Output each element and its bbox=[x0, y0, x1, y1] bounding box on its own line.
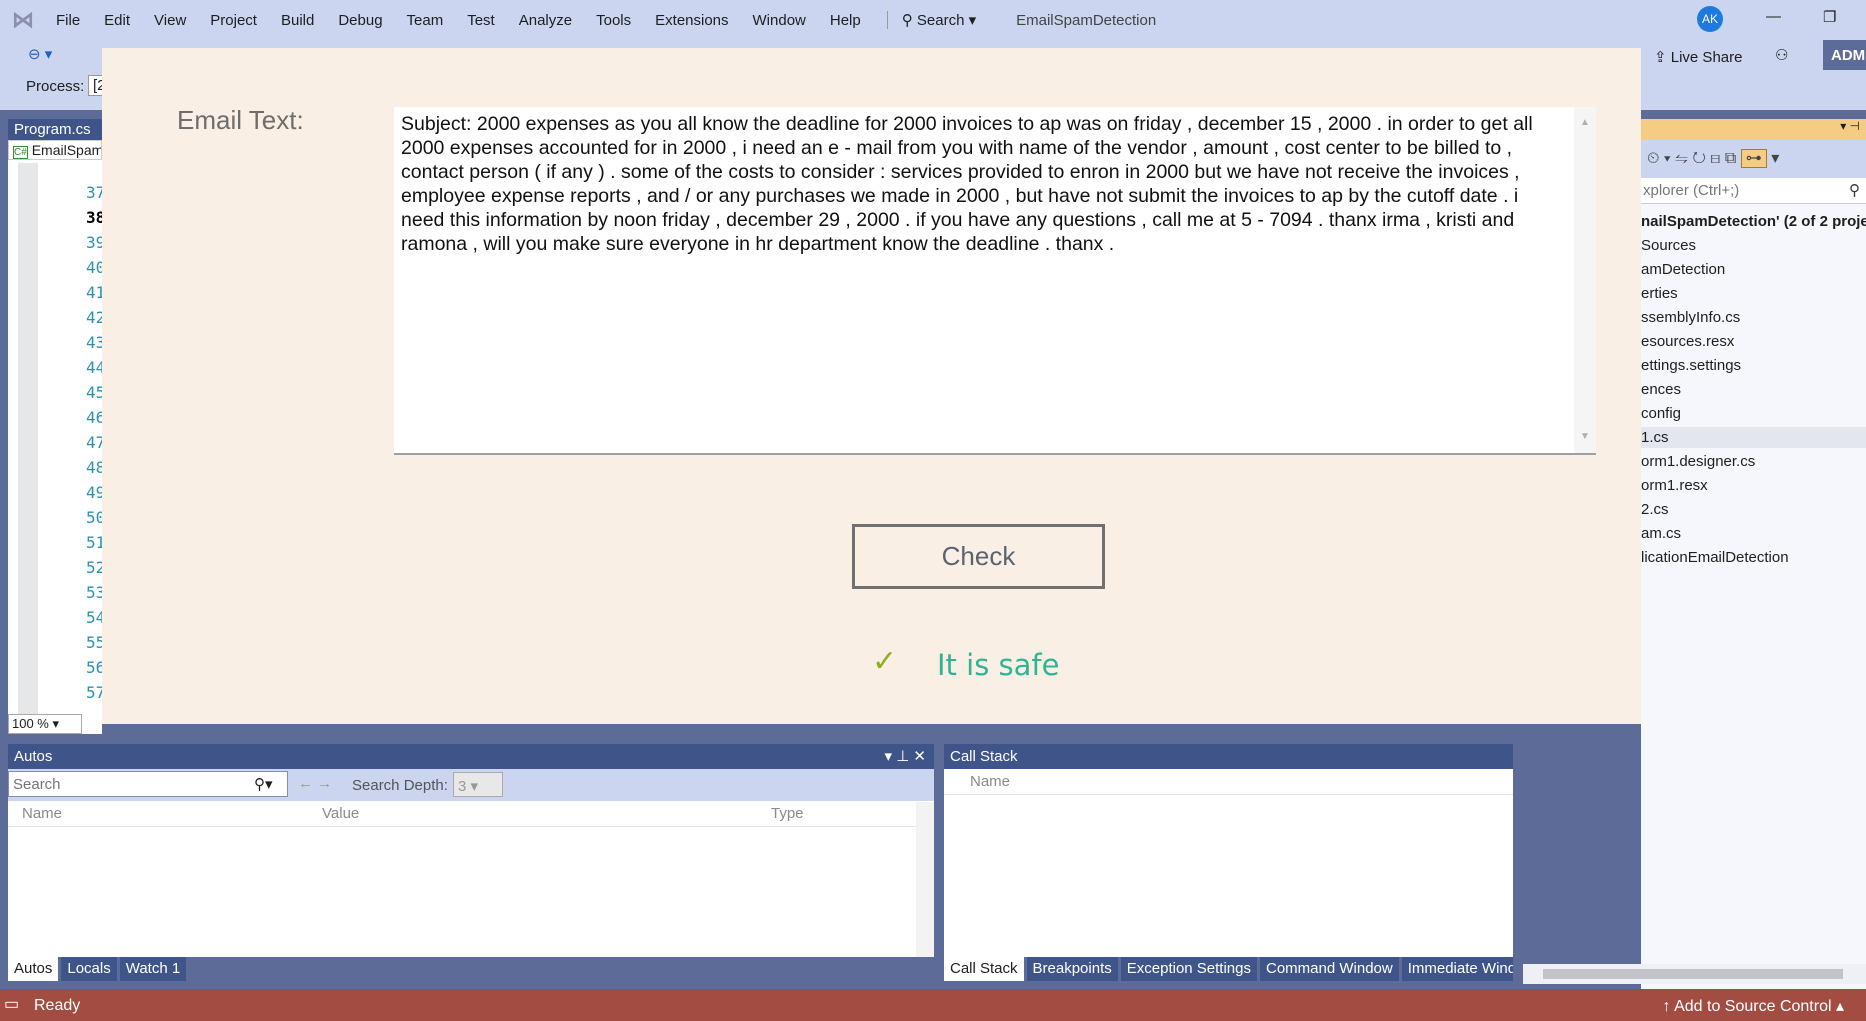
solution-explorer-header: ▾ ⊣ bbox=[1641, 119, 1866, 140]
solution-item[interactable]: config bbox=[1641, 403, 1866, 424]
share-icon: ⇪ bbox=[1654, 49, 1671, 66]
csharp-icon: C# bbox=[13, 146, 28, 159]
solution-item[interactable]: 1.cs bbox=[1641, 427, 1866, 448]
menu-build[interactable]: Build bbox=[281, 12, 314, 29]
add-to-source-control[interactable]: ↑ Add to Source Control ▴ bbox=[1663, 996, 1844, 1016]
search-depth-select[interactable]: 3 ▾ bbox=[453, 772, 503, 797]
process-label: Process: bbox=[26, 78, 85, 95]
column-type[interactable]: Type bbox=[771, 805, 804, 822]
solution-search-input[interactable]: xplorer (Ctrl+;) ⚲ bbox=[1641, 178, 1866, 204]
solution-item[interactable]: licationEmailDetection bbox=[1641, 547, 1866, 568]
solution-explorer: ▾ ⊣ ⏲ ▾ ⇋ ↻ ⊟ ⧉ ⊶ ▾ xplorer (Ctrl+;) ⚲ na… bbox=[1523, 119, 1866, 989]
tab-immediate-window[interactable]: Immediate Windo bbox=[1401, 957, 1513, 981]
vertical-scrollbar[interactable] bbox=[916, 802, 934, 957]
solution-explorer-toolbar: ⏲ ▾ ⇋ ↻ ⊟ ⧉ ⊶ ▾ bbox=[1641, 140, 1866, 178]
vertical-scrollbar[interactable]: ▲ ▼ bbox=[1574, 107, 1596, 453]
call-stack-tabs: Call Stack Breakpoints Exception Setting… bbox=[944, 957, 1513, 981]
search-icon: ⚲ bbox=[1849, 182, 1860, 199]
tab-breakpoints[interactable]: Breakpoints bbox=[1026, 957, 1118, 981]
autos-tabs: Autos Locals Watch 1 bbox=[8, 957, 934, 981]
code-editor[interactable]: Program.cs C# EmailSpam 37 38 39 40 41 42 43 44… bbox=[8, 119, 105, 734]
admin-badge[interactable]: ADM bbox=[1823, 40, 1866, 70]
email-text-label: Email Text: bbox=[177, 105, 304, 135]
tab-watch-1[interactable]: Watch 1 bbox=[119, 957, 187, 981]
solution-item[interactable]: amDetection bbox=[1641, 259, 1866, 280]
check-button[interactable]: Check bbox=[852, 524, 1105, 589]
email-text-content: Subject: 2000 expenses as you all know t… bbox=[401, 113, 1533, 255]
search-depth-label: Search Depth: bbox=[352, 777, 448, 794]
column-name[interactable]: Name bbox=[970, 773, 1010, 790]
avatar[interactable]: AK bbox=[1697, 6, 1723, 32]
tab-locals[interactable]: Locals bbox=[61, 957, 117, 981]
solution-item[interactable]: ences bbox=[1641, 379, 1866, 400]
menu-file[interactable]: File bbox=[56, 12, 80, 29]
checkmark-icon: ✓ bbox=[872, 645, 898, 678]
tab-call-stack[interactable]: Call Stack bbox=[944, 957, 1024, 981]
menu-extensions[interactable]: Extensions bbox=[655, 12, 728, 29]
line-number-gutter bbox=[18, 163, 38, 723]
solution-item[interactable]: orm1.resx bbox=[1641, 475, 1866, 496]
menu-view[interactable]: View bbox=[154, 12, 186, 29]
call-stack-title: Call Stack bbox=[950, 748, 1018, 765]
menu-project[interactable]: Project bbox=[210, 12, 257, 29]
autos-panel: Autos ▾ ⊥ ✕ ⚲▾ ← → Search Depth: 3 ▾ Name… bbox=[8, 744, 934, 981]
tab-command-window[interactable]: Command Window bbox=[1260, 957, 1399, 981]
solution-item[interactable]: am.cs bbox=[1641, 523, 1866, 544]
solution-item[interactable]: erties bbox=[1641, 283, 1866, 304]
solution-item[interactable]: Sources bbox=[1641, 235, 1866, 256]
menu-bar: ⋈ File Edit View Project Build Debug Tea… bbox=[0, 0, 1866, 40]
arrow-up-icon: ↑ bbox=[1662, 998, 1675, 1015]
feedback-icon[interactable]: ⚇ bbox=[1775, 46, 1788, 64]
menu-analyze[interactable]: Analyze bbox=[519, 12, 572, 29]
pin-icon[interactable]: ▾ ⊣ bbox=[1840, 119, 1860, 133]
solution-item[interactable]: esources.resx bbox=[1641, 331, 1866, 352]
menu-team[interactable]: Team bbox=[407, 12, 444, 29]
nav-bar[interactable]: C# EmailSpam bbox=[8, 140, 102, 160]
tab-exception-settings[interactable]: Exception Settings bbox=[1120, 957, 1257, 981]
solution-item[interactable]: ettings.settings bbox=[1641, 355, 1866, 376]
vs-logo-icon: ⋈ bbox=[12, 7, 34, 32]
email-spam-dialog: Email Text: Subject: 2000 expenses as yo… bbox=[102, 48, 1641, 724]
solution-item[interactable]: ssemblyInfo.cs bbox=[1641, 307, 1866, 328]
minimize-button[interactable]: — bbox=[1766, 8, 1781, 25]
status-text: Ready bbox=[34, 997, 81, 1014]
solution-item[interactable]: nailSpamDetection' (2 of 2 proje bbox=[1641, 211, 1866, 232]
call-stack-panel: Call Stack Name Call Stack Breakpoints E… bbox=[944, 744, 1513, 981]
column-name[interactable]: Name bbox=[22, 805, 62, 822]
tab-autos[interactable]: Autos bbox=[8, 957, 59, 981]
zoom-select[interactable]: 100 % ▾ bbox=[8, 714, 82, 734]
menu-test[interactable]: Test bbox=[467, 12, 495, 29]
view-toggle-icon[interactable]: ⊶ bbox=[1740, 149, 1767, 168]
search-button[interactable]: ⚲ Search ▾ bbox=[886, 11, 976, 29]
restore-button[interactable]: ❐ bbox=[1823, 8, 1836, 26]
notification-icon[interactable]: ▭ bbox=[4, 994, 19, 1014]
live-share-button[interactable]: ⇪ Live Share bbox=[1654, 48, 1742, 66]
email-text-input[interactable]: Subject: 2000 expenses as you all know t… bbox=[394, 107, 1596, 455]
menu-window[interactable]: Window bbox=[753, 12, 806, 29]
menu-help[interactable]: Help bbox=[830, 12, 861, 29]
menu-debug[interactable]: Debug bbox=[338, 12, 382, 29]
back-icon[interactable]: ⊖ ▾ bbox=[28, 45, 52, 63]
solution-item[interactable]: 2.cs bbox=[1641, 499, 1866, 520]
search-icon[interactable]: ⚲▾ bbox=[254, 775, 273, 793]
menu-edit[interactable]: Edit bbox=[104, 12, 130, 29]
result-label: It is safe bbox=[937, 648, 1060, 682]
horizontal-scrollbar[interactable] bbox=[1523, 964, 1866, 984]
column-value[interactable]: Value bbox=[322, 805, 359, 822]
autos-search-input[interactable] bbox=[8, 771, 288, 797]
tab-program-cs[interactable]: Program.cs bbox=[8, 119, 102, 140]
status-bar: ▭ Ready ↑ Add to Source Control ▴ bbox=[0, 989, 1866, 1021]
panel-controls[interactable]: ▾ ⊥ ✕ bbox=[885, 747, 927, 765]
menu-tools[interactable]: Tools bbox=[596, 12, 631, 29]
search-icon: ⚲ bbox=[901, 12, 917, 29]
solution-item[interactable]: orm1.designer.cs bbox=[1641, 451, 1866, 472]
autos-title: Autos bbox=[14, 748, 53, 765]
solution-title: EmailSpamDetection bbox=[1016, 11, 1157, 29]
back-arrow-icon[interactable]: ← → bbox=[298, 775, 332, 792]
autos-toolbar: ⚲▾ ← → Search Depth: 3 ▾ bbox=[8, 769, 934, 801]
